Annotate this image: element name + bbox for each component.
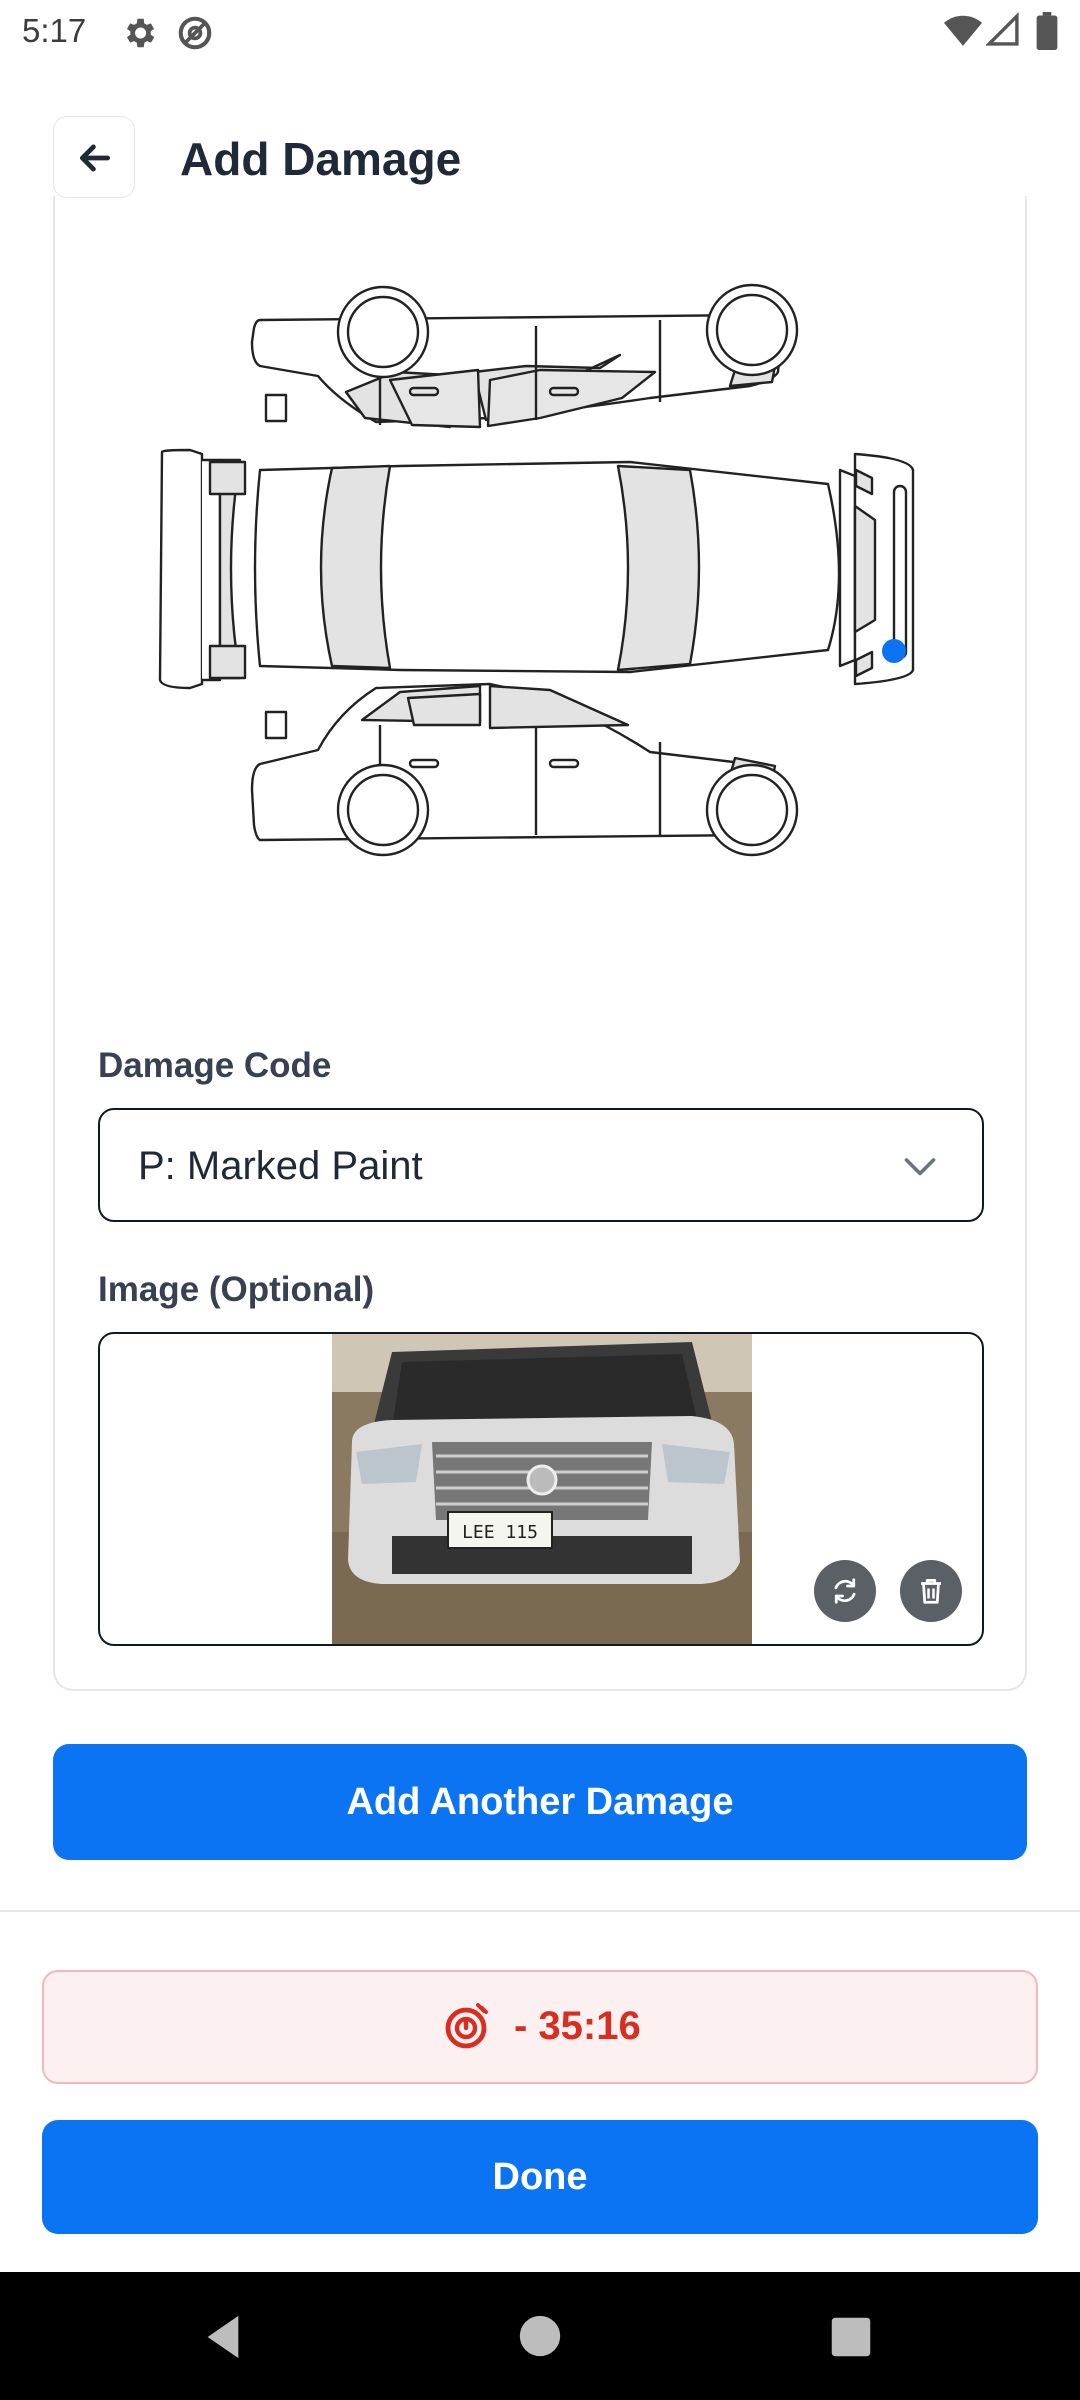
replace-image-button[interactable] — [814, 1560, 876, 1622]
system-navigation-bar — [0, 2272, 1080, 2400]
nav-home-icon[interactable] — [518, 2314, 562, 2358]
timer-banner: - 35:16 — [42, 1970, 1038, 2084]
refresh-icon — [834, 1578, 856, 1604]
trash-icon — [921, 1579, 941, 1604]
wifi-icon — [944, 15, 982, 46]
divider — [0, 1910, 1080, 1912]
damage-code-value: P: Marked Paint — [138, 1144, 423, 1188]
nav-recents-icon[interactable] — [830, 2316, 872, 2358]
damage-code-label: Damage Code — [98, 1046, 332, 1085]
chevron-down-icon — [904, 1158, 936, 1176]
timer-icon — [445, 2003, 488, 2049]
done-button[interactable]: Done — [42, 2120, 1038, 2234]
damage-code-select[interactable]: P: Marked Paint — [98, 1108, 984, 1222]
car-top-side-view — [250, 283, 799, 429]
settings-icon — [126, 18, 155, 48]
damage-marker[interactable] — [882, 639, 906, 663]
delete-image-button[interactable] — [900, 1560, 962, 1622]
license-plate-text: LEE 115 — [462, 1522, 538, 1543]
nav-back-icon[interactable] — [200, 2312, 246, 2362]
image-label: Image (Optional) — [98, 1270, 375, 1309]
timer-value: - 35:16 — [514, 2004, 641, 2048]
at-sign-icon — [178, 16, 212, 50]
car-damage-diagram[interactable] — [150, 280, 930, 860]
car-bottom-side-view — [250, 682, 799, 857]
status-time: 5:17 — [22, 12, 87, 49]
page-title: Add Damage — [180, 133, 462, 185]
battery-icon — [1036, 12, 1058, 50]
add-another-damage-button[interactable]: Add Another Damage — [53, 1744, 1027, 1860]
car-plan-view — [158, 448, 915, 690]
car-photo: LEE 115 — [332, 1334, 752, 1644]
image-upload-box[interactable]: LEE 115 — [98, 1332, 984, 1646]
status-bar: 5:17 — [0, 0, 1080, 64]
app-header: Add Damage — [0, 110, 1080, 206]
cellular-signal-icon — [986, 12, 1019, 46]
arrow-left-icon — [79, 144, 111, 172]
back-button[interactable] — [53, 116, 135, 198]
